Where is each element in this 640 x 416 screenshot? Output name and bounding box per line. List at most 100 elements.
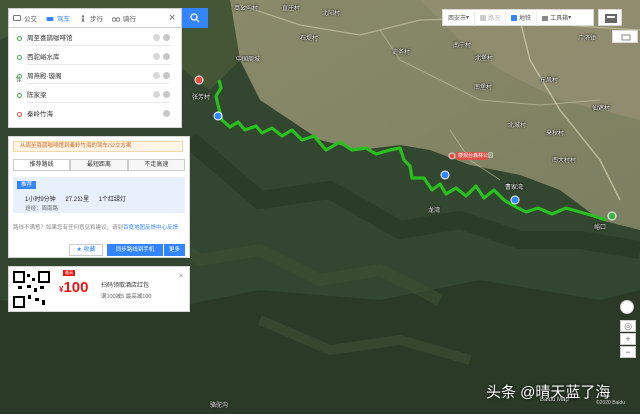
traffic-icon: [480, 14, 487, 21]
place-label: 张芳村: [192, 95, 211, 101]
stop-name: 周至喜鹊咖啡馆: [27, 35, 73, 42]
poi-marker: [448, 152, 456, 160]
stop-name: 周燕殿·璇阁: [27, 73, 62, 80]
place-label: 骆驼沟: [210, 403, 229, 409]
add-icon[interactable]: [163, 91, 170, 98]
traffic-label: 路况: [488, 16, 501, 22]
via-dot-icon: [17, 55, 22, 60]
tools-menu[interactable]: 工具箱 ▾: [537, 9, 576, 26]
add-icon[interactable]: [163, 34, 170, 41]
tab-recommended[interactable]: 推荐路线: [13, 159, 71, 171]
place-label: 中国周城: [236, 57, 261, 63]
search-button[interactable]: [182, 8, 208, 28]
notice-bar[interactable]: 从周至喜鹊咖啡馆到秦岭竹海的驾车/公交方案: [13, 141, 183, 152]
expand-icon: [621, 34, 631, 41]
mode-drive[interactable]: 驾车: [46, 13, 70, 23]
place-label: 龙湾: [428, 208, 441, 214]
subway-toggle[interactable]: 地铁: [506, 9, 538, 26]
waypoint-marker: [510, 195, 520, 205]
fullscreen-button[interactable]: [612, 30, 638, 43]
stop-input[interactable]: 周燕殿·璇阁: [17, 69, 170, 84]
route-distance: 27.2公里: [65, 197, 90, 203]
route-card[interactable]: 推荐 1小时9分钟 27.2公里 1个红绿灯 途经：周南路: [13, 177, 185, 213]
place-label: 广济镇: [578, 36, 597, 42]
stop-input[interactable]: 陈家梁: [17, 88, 170, 103]
mode-label: 公交: [24, 16, 37, 23]
add-icon[interactable]: [163, 53, 170, 60]
place-label: 南宁村: [453, 43, 472, 49]
route-result: 从周至喜鹊咖啡馆到秦岭竹海的驾车/公交方案 推荐路线 最短距离 不走高速 推荐 …: [8, 136, 190, 258]
place-label: 曹家湾: [505, 185, 524, 191]
via-dot-icon: [17, 93, 22, 98]
stop-input[interactable]: 秦岭竹海: [17, 107, 170, 122]
place-label: 峪口: [594, 225, 607, 231]
close-icon[interactable]: ×: [179, 273, 183, 280]
traffic-toggle[interactable]: 路况: [475, 9, 507, 26]
promo-line2: 满100减5 最高减100: [101, 294, 152, 300]
via-dot-icon: [17, 74, 22, 79]
place-label: 石堤村: [300, 36, 319, 42]
place-label: 北堡村: [475, 56, 494, 62]
promo-amount: ¥100: [59, 279, 89, 296]
promo-banner[interactable]: 最高 ¥100 扫码领取酒店红包 满100减5 最高减100 ×: [8, 266, 190, 312]
place-label: 来秋村: [546, 131, 565, 137]
remove-icon[interactable]: [153, 53, 160, 60]
poi-label: 楼观台森林公园: [458, 153, 494, 159]
route-lights: 1个红绿灯: [98, 197, 127, 203]
copyright: ©2020 Baidu: [596, 400, 625, 406]
waypoint-marker: [440, 170, 450, 180]
mode-label: 骑行: [123, 16, 136, 23]
mode-bike[interactable]: 骑行: [111, 13, 136, 23]
remove-icon[interactable]: [153, 91, 160, 98]
tab-no-highway[interactable]: 不走高速: [127, 159, 185, 171]
place-label: 北阳村: [322, 11, 341, 17]
subway-icon: [511, 14, 518, 21]
stop-input[interactable]: 西驼峪水库: [17, 50, 170, 65]
city-selector[interactable]: 西安市 ▾: [443, 9, 476, 26]
stop-name: 陈家梁: [27, 92, 47, 99]
close-icon[interactable]: ×: [169, 13, 175, 24]
bus-icon: [13, 14, 21, 22]
toolbox-icon: [542, 15, 549, 21]
zoom-out-button[interactable]: −: [620, 346, 636, 358]
layers-icon: [605, 14, 617, 23]
locate-button[interactable]: ◎: [620, 320, 636, 332]
start-dot-icon: [17, 36, 22, 41]
add-icon[interactable]: [163, 72, 170, 79]
feedback-link[interactable]: 百度地图反馈中心反馈: [123, 225, 178, 231]
place-label: 南大村村: [552, 158, 577, 164]
walk-icon: [79, 14, 87, 22]
remove-icon[interactable]: [163, 110, 170, 117]
search-icon: [190, 13, 200, 23]
place-label: 北城村: [508, 123, 527, 129]
zoom-in-button[interactable]: +: [620, 333, 636, 345]
map-type-button[interactable]: [598, 9, 622, 26]
compass-icon[interactable]: [620, 300, 634, 314]
favorite-button[interactable]: ★ 收藏: [69, 244, 103, 256]
waypoint-list: ⇅ 周至喜鹊咖啡馆 西驼峪水库 周燕殿·璇阁 陈家梁 秦岭竹海: [8, 28, 182, 128]
recommend-badge: 推荐: [17, 181, 37, 189]
bike-icon: [111, 15, 121, 22]
promo-tag: 最高: [63, 270, 75, 276]
subway-label: 地铁: [519, 16, 532, 22]
car-icon: [46, 15, 54, 22]
more-button[interactable]: 更多: [163, 244, 185, 256]
promo-line1: 扫码领取酒店红包: [101, 283, 150, 289]
place-label: 东风村: [540, 78, 559, 84]
map-toolbar: 西安市 ▾ 路况 地铁 工具箱 ▾: [442, 9, 594, 26]
tab-shortest[interactable]: 最短距离: [70, 159, 128, 171]
stop-input[interactable]: 周至喜鹊咖啡馆: [17, 31, 170, 46]
mode-walk[interactable]: 步行: [79, 13, 103, 23]
feedback-text: 路线不满意？如果您有任何意见和建议，请到百度地图反馈中心反馈: [13, 223, 178, 231]
start-marker: [194, 75, 204, 85]
waypoint-marker: [213, 111, 223, 121]
remove-icon[interactable]: [153, 72, 160, 79]
route-time: 1小时9分钟: [25, 197, 56, 203]
city-label: 西安市: [448, 16, 467, 22]
transport-mode-bar: 公交 驾车 步行 骑行 ×: [8, 8, 182, 28]
watermark-sub: Baidu Map: [540, 397, 569, 403]
place-label: 史务村: [392, 50, 411, 56]
remove-icon[interactable]: [153, 34, 160, 41]
mode-bus[interactable]: 公交: [13, 13, 37, 23]
send-to-phone-button[interactable]: 同步路线到手机: [107, 244, 163, 256]
